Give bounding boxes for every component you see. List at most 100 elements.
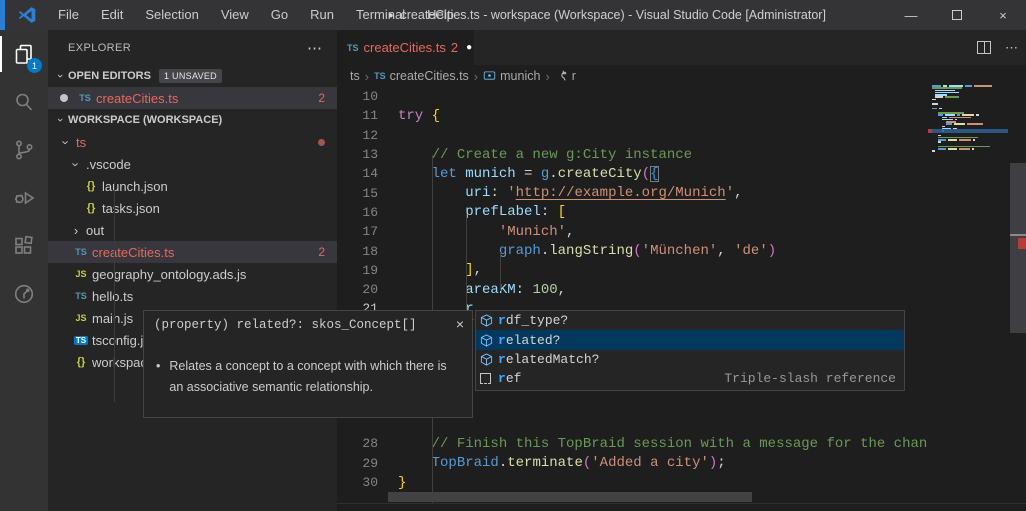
- close-icon[interactable]: ×: [456, 316, 464, 332]
- overview-ruler: [1010, 57, 1026, 503]
- code-line[interactable]: 28 // Finish this TopBraid session with …: [337, 434, 928, 453]
- line-number: 17: [337, 224, 378, 239]
- tree-item-ts[interactable]: ›ts: [48, 131, 337, 153]
- code-line[interactable]: 30}: [337, 473, 928, 492]
- code-line[interactable]: 20 areaKM: 100,: [337, 280, 928, 299]
- code-line[interactable]: 15 uri: 'http://example.org/Munich',: [337, 183, 928, 202]
- indent-guide: [500, 252, 501, 291]
- tree-item-hello-ts[interactable]: TShello.ts: [48, 285, 337, 307]
- sidebar-more-actions-icon[interactable]: ⋯: [307, 39, 323, 57]
- tab-modified-dot[interactable]: ●: [466, 42, 472, 53]
- menu-view[interactable]: View: [210, 0, 260, 30]
- activity-circle-tool[interactable]: [0, 270, 48, 318]
- line-number: 11: [337, 108, 378, 123]
- breadcrumb-separator-icon: ›: [473, 69, 479, 84]
- activity-search[interactable]: [0, 78, 48, 126]
- editor-bottom-border: [337, 503, 1026, 504]
- tree-item-label: out: [86, 223, 104, 238]
- code-line[interactable]: 19 ],: [337, 261, 928, 280]
- code-line[interactable]: 12: [337, 126, 928, 145]
- code-line[interactable]: 14 let munich = g.createCity({: [337, 164, 928, 183]
- tab-problem-count: 2: [451, 40, 458, 55]
- tree-item-geography-ontology-ads-js[interactable]: JSgeography_ontology.ads.js: [48, 263, 337, 285]
- code-line[interactable]: 10: [337, 87, 928, 106]
- horizontal-scrollbar[interactable]: [388, 492, 752, 502]
- code-line[interactable]: 16 prefLabel: [: [337, 203, 928, 222]
- code-line[interactable]: 17 'Munich',: [337, 222, 928, 241]
- menu-go[interactable]: Go: [260, 0, 299, 30]
- menu-selection[interactable]: Selection: [134, 0, 209, 30]
- code-line[interactable]: 13 // Create a new g:City instance: [337, 145, 928, 164]
- code-area[interactable]: 1011try {1213 // Create a new g:City ins…: [337, 87, 928, 503]
- line-content: // Create a new g:City instance: [398, 147, 692, 163]
- chevron-down-icon: ›: [69, 156, 84, 172]
- breadcrumb-item-r[interactable]: r: [555, 69, 576, 83]
- vscode-logo-icon: [17, 5, 37, 25]
- suggestion-ref[interactable]: refTriple-slash reference: [476, 369, 904, 388]
- minimap-error-marker: [928, 129, 932, 133]
- line-content: graph.langString('München', 'de'): [398, 243, 776, 259]
- open-editor-label: createCities.ts: [96, 91, 178, 106]
- breadcrumb-item-munich[interactable]: munich: [483, 69, 540, 83]
- symbol-field-icon: [480, 314, 498, 327]
- js-file-icon: JS: [72, 269, 90, 279]
- tree-item-createcities-ts[interactable]: TScreateCities.ts2: [48, 241, 337, 263]
- tree-item--vscode[interactable]: ›.vscode: [48, 153, 337, 175]
- line-number: 20: [337, 282, 378, 297]
- activity-run-debug[interactable]: [0, 174, 48, 222]
- problem-count-badge: 2: [318, 245, 325, 259]
- activity-extensions[interactable]: [0, 222, 48, 270]
- menu-run[interactable]: Run: [299, 0, 345, 30]
- minimap-line: [932, 150, 1004, 152]
- suggestion-label: rdf_type?: [498, 313, 568, 328]
- tree-item-label: tasks.json: [102, 201, 160, 216]
- activity-source-control[interactable]: [0, 126, 48, 174]
- ts-file-icon: TS: [72, 247, 90, 257]
- line-number: 15: [337, 186, 378, 201]
- minimize-button[interactable]: —: [888, 0, 934, 30]
- suggestion-related[interactable]: related?: [476, 330, 904, 349]
- editor-more-actions-icon[interactable]: ⋯: [1005, 40, 1018, 56]
- bullet: •: [156, 356, 160, 397]
- title-bar: FileEditSelectionViewGoRunTerminalHelp ●…: [0, 0, 1026, 30]
- open-editor-item[interactable]: TScreateCities.ts2: [48, 87, 337, 109]
- code-line[interactable]: 11try {: [337, 106, 928, 125]
- suggestion-relatedMatch[interactable]: relatedMatch?: [476, 350, 904, 369]
- circle-tool-icon: [12, 282, 36, 306]
- unsaved-badge: 1 UNSAVED: [159, 69, 222, 83]
- json-file-icon: {}: [72, 356, 90, 368]
- breadcrumb-item-ts[interactable]: ts: [350, 69, 360, 83]
- symbol-field-icon: [480, 334, 498, 347]
- tree-item-label: ts: [76, 135, 86, 150]
- maximize-button[interactable]: [934, 0, 980, 30]
- close-button[interactable]: ×: [980, 0, 1026, 30]
- modified-dot-icon: [60, 94, 68, 102]
- line-number: 18: [337, 244, 378, 259]
- tree-item-tasks-json[interactable]: {}tasks.json: [48, 197, 337, 219]
- folder-modified-dot: [318, 139, 325, 146]
- activity-explorer[interactable]: 1: [0, 30, 48, 78]
- explorer-sidebar: EXPLORER ⋯ › OPEN EDITORS 1 UNSAVED TScr…: [48, 30, 337, 511]
- line-content: // Finish this TopBraid session with a m…: [398, 436, 928, 452]
- accent-strip: [0, 0, 5, 30]
- suggestion-label: relatedMatch?: [498, 352, 599, 367]
- suggestion-rdftype[interactable]: rdf_type?: [476, 311, 904, 330]
- code-line[interactable]: 29 TopBraid.terminate('Added a city');: [337, 454, 928, 473]
- menu-edit[interactable]: Edit: [90, 0, 134, 30]
- suggest-details-popup: (property) related?: skos_Concept[] × • …: [143, 310, 473, 418]
- breadcrumb-item-createCities.ts[interactable]: TScreateCities.ts: [374, 69, 469, 83]
- split-editor-icon[interactable]: [977, 41, 991, 54]
- workspace-section-header[interactable]: › WORKSPACE (WORKSPACE): [48, 109, 337, 131]
- tree-item-out[interactable]: ›out: [48, 219, 337, 241]
- tree-item-launch-json[interactable]: {}launch.json: [48, 175, 337, 197]
- breadcrumb-label: createCities.ts: [390, 69, 469, 83]
- tab-createcities[interactable]: TS createCities.ts 2 ●: [337, 30, 474, 65]
- line-number: 29: [337, 456, 378, 471]
- hover-signature: (property) related?: skos_Concept[]: [144, 311, 472, 332]
- tree-item-label: geography_ontology.ads.js: [92, 267, 246, 282]
- code-line[interactable]: 18 graph.langString('München', 'de'): [337, 241, 928, 260]
- menu-file[interactable]: File: [47, 0, 90, 30]
- line-number: 28: [337, 436, 378, 451]
- open-editors-header[interactable]: › OPEN EDITORS 1 UNSAVED: [48, 65, 337, 87]
- minimap[interactable]: [928, 85, 1008, 195]
